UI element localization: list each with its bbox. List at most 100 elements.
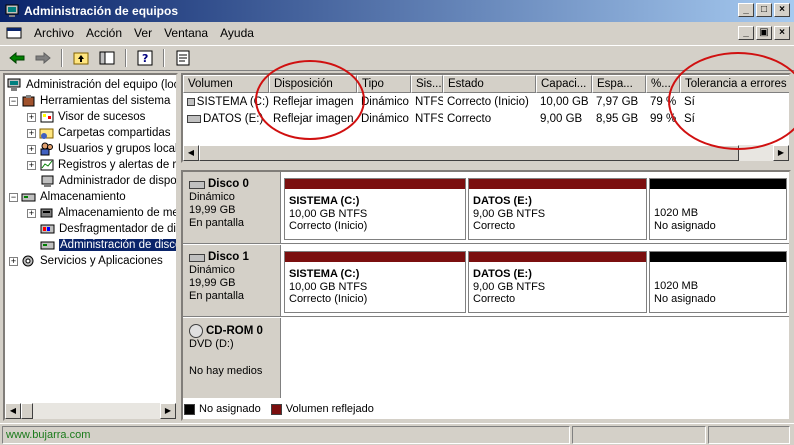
col-tolerancia[interactable]: Tolerancia a errores	[680, 75, 789, 93]
tree-item-registros[interactable]: + Registros y alertas de rendimiento	[27, 157, 177, 173]
disk-row[interactable]: Disco 0 Dinámico 19,99 GB En pantalla SI…	[183, 172, 789, 244]
services-icon	[21, 254, 37, 268]
partition-sistema[interactable]: SISTEMA (C:) 10,00 GB NTFS Correcto (Ini…	[284, 251, 466, 313]
menu-ayuda[interactable]: Ayuda	[214, 26, 260, 40]
up-level-button[interactable]	[70, 48, 92, 68]
expand-toggle[interactable]: +	[27, 112, 36, 122]
partition-detail: 9,00 GB NTFS	[473, 280, 546, 293]
mdi-restore-button[interactable]: ▣	[756, 26, 772, 40]
col-tipo[interactable]: Tipo	[357, 75, 411, 93]
disk-row[interactable]: CD-ROM 0 DVD (D:) No hay medios	[183, 318, 789, 398]
disk-state: En pantalla	[189, 217, 245, 229]
tree-item-herramientas[interactable]: − Herramientas del sistema	[9, 93, 170, 109]
expand-toggle[interactable]: +	[27, 144, 36, 154]
minimize-button[interactable]: _	[738, 3, 754, 17]
tree-item-visor[interactable]: + Visor de sucesos	[27, 109, 145, 125]
tree-label: Registros y alertas de rendimiento	[58, 159, 177, 171]
partition-datos[interactable]: DATOS (E:) 9,00 GB NTFS Correcto	[468, 178, 647, 240]
status-cell	[708, 425, 790, 444]
show-hide-tree-button[interactable]	[96, 48, 118, 68]
menu-accion[interactable]: Acción	[80, 26, 128, 40]
expand-toggle[interactable]: +	[9, 256, 18, 266]
console-tree[interactable]: Administración del equipo (local) − Herr…	[3, 73, 178, 421]
tree-label: Almacenamiento de medios extraíbles	[58, 207, 176, 219]
col-estado[interactable]: Estado	[443, 75, 536, 93]
scroll-thumb[interactable]	[21, 403, 33, 419]
tree-item-usuarios[interactable]: + Usuarios y grupos locales	[27, 141, 176, 157]
col-capacidad[interactable]: Capaci...	[536, 75, 592, 93]
collapse-toggle[interactable]: −	[9, 96, 18, 106]
mdi-minimize-button[interactable]: _	[738, 26, 754, 40]
disk-management-icon	[40, 238, 56, 252]
tree-root[interactable]: Administración del equipo (local)	[7, 77, 176, 93]
properties-button[interactable]	[172, 48, 194, 68]
scroll-right-icon[interactable]: ▶	[160, 403, 176, 419]
scroll-right-icon[interactable]: ▶	[773, 145, 789, 161]
col-disposicion[interactable]: Disposición	[269, 75, 357, 93]
disk-info[interactable]: CD-ROM 0 DVD (D:) No hay medios	[183, 318, 281, 398]
close-button[interactable]: ×	[774, 3, 790, 17]
disk-row[interactable]: Disco 1 Dinámico 19,99 GB En pantalla SI…	[183, 245, 789, 317]
col-espacio-libre[interactable]: Espa...	[592, 75, 646, 93]
tree-item-medios-extraibles[interactable]: + Almacenamiento de medios extraíbles	[27, 205, 176, 221]
volume-row[interactable]: SISTEMA (C:) Reflejar imagen Dinámico NT…	[183, 94, 789, 110]
maximize-button[interactable]: □	[756, 3, 772, 17]
volume-horizontal-scrollbar[interactable]: ◀ ▶	[183, 145, 789, 161]
col-sistema-archivos[interactable]: Sis...	[411, 75, 443, 93]
tree-horizontal-scrollbar[interactable]: ◀ ▶	[5, 403, 176, 419]
volume-list[interactable]: Volumen Disposición Tipo Sis... Estado C…	[181, 73, 791, 163]
users-icon	[39, 142, 55, 156]
tree-label: Administración de discos	[59, 239, 176, 251]
volume-name: DATOS (E:)	[203, 113, 264, 125]
scroll-left-icon[interactable]: ◀	[183, 145, 199, 161]
tree-item-administracion-discos[interactable]: Administración de discos	[40, 237, 176, 253]
volume-capacity: 10,00 GB	[540, 96, 589, 108]
volume-status: Correcto	[447, 113, 492, 125]
tree-item-dispositivos[interactable]: Administrador de dispositivos	[40, 173, 176, 189]
help-button[interactable]: ?	[134, 48, 156, 68]
tree-item-almacenamiento[interactable]: − Almacenamiento	[9, 189, 126, 205]
toolbar-separator	[61, 49, 63, 67]
expand-toggle[interactable]: +	[27, 208, 36, 218]
volume-row[interactable]: DATOS (E:) Reflejar imagen Dinámico NTFS…	[183, 111, 789, 127]
legend-label: No asignado	[199, 403, 261, 415]
menu-ver[interactable]: Ver	[128, 26, 158, 40]
disk-info[interactable]: Disco 1 Dinámico 19,99 GB En pantalla	[183, 245, 281, 316]
menu-ventana[interactable]: Ventana	[158, 26, 214, 40]
collapse-toggle[interactable]: −	[9, 192, 18, 202]
tree-item-desfragmentador[interactable]: Desfragmentador de disco	[40, 221, 176, 237]
tree-item-servicios[interactable]: + Servicios y Aplicaciones	[9, 253, 163, 269]
partition-detail: 10,00 GB NTFS	[289, 280, 368, 293]
menu-archivo[interactable]: Archivo	[28, 26, 80, 40]
scroll-thumb[interactable]	[199, 145, 739, 161]
expand-toggle[interactable]: +	[27, 128, 36, 138]
back-button[interactable]	[6, 48, 28, 68]
partition-sistema[interactable]: SISTEMA (C:) 10,00 GB NTFS Correcto (Ini…	[284, 178, 466, 240]
scroll-left-icon[interactable]: ◀	[5, 403, 21, 419]
forward-button[interactable]	[32, 48, 54, 68]
console-icon[interactable]	[6, 25, 22, 41]
tools-icon	[21, 94, 37, 108]
partition-detail: 1020 MB	[654, 280, 699, 292]
tree-item-carpetas[interactable]: + Carpetas compartidas	[27, 125, 171, 141]
toolbar-separator	[125, 49, 127, 67]
disk-name: Disco 1	[208, 251, 249, 263]
partition-datos[interactable]: DATOS (E:) 9,00 GB NTFS Correcto	[468, 251, 647, 313]
volume-list-header: Volumen Disposición Tipo Sis... Estado C…	[183, 75, 789, 93]
col-porcentaje-libre[interactable]: %...	[646, 75, 680, 93]
volume-type: Dinámico	[361, 96, 409, 108]
tree-label: Herramientas del sistema	[40, 95, 171, 107]
properties-icon	[176, 50, 190, 66]
mdi-close-button[interactable]: ×	[774, 26, 790, 40]
partition-unallocated[interactable]: 1020 MB No asignado	[649, 178, 787, 240]
expand-toggle[interactable]: +	[27, 160, 36, 170]
col-volumen[interactable]: Volumen	[183, 75, 269, 93]
status-cell-main: www.bujarra.com	[2, 425, 570, 444]
disk-graphical-view[interactable]: Disco 0 Dinámico 19,99 GB En pantalla SI…	[181, 170, 791, 421]
removable-storage-icon	[39, 206, 55, 220]
disk-info[interactable]: Disco 0 Dinámico 19,99 GB En pantalla	[183, 172, 281, 243]
volume-status: Correcto (Inicio)	[447, 96, 529, 108]
tree-label: Desfragmentador de disco	[59, 223, 176, 235]
tree-label: Almacenamiento	[40, 191, 126, 203]
partition-unallocated[interactable]: 1020 MB No asignado	[649, 251, 787, 313]
